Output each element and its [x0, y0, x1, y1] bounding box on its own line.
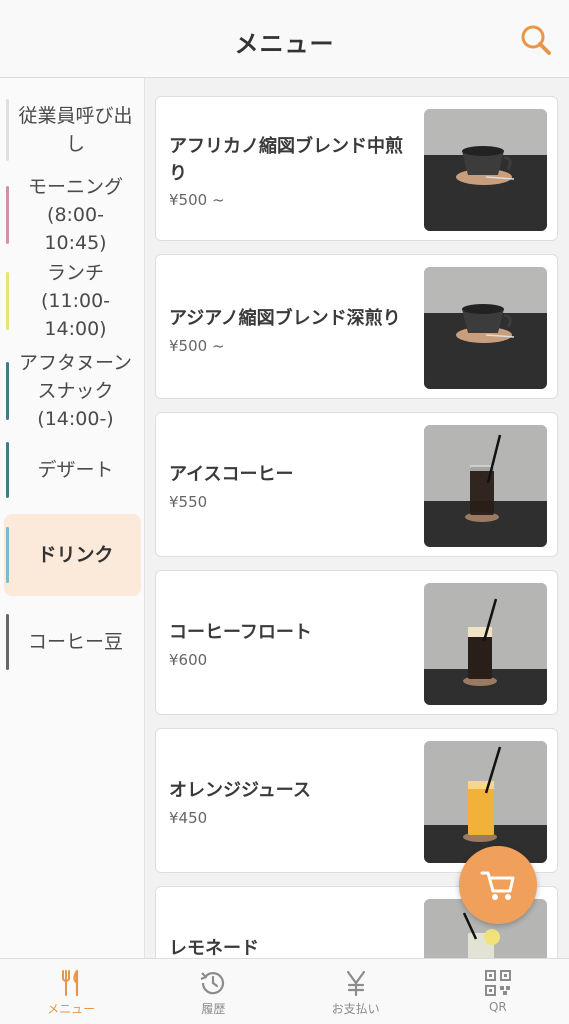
- menu-item-card[interactable]: アジアノ縮図ブレンド深煎り ¥500 ~: [155, 254, 558, 399]
- category-sidebar: 従業員呼び出し モーニング(8:00-10:45) ランチ(11:00-14:0…: [0, 78, 145, 958]
- cart-button[interactable]: [459, 846, 537, 924]
- menu-item-name: アイスコーヒー: [169, 464, 294, 485]
- app: メニュー 従業員呼び出し モーニング(8:00-10:45) ランチ(11:00…: [0, 0, 569, 1024]
- menu-list: アフリカノ縮図ブレンド中煎り ¥500 ~ アジアノ縮図ブレンド深煎り ¥500…: [145, 78, 569, 958]
- sidebar-item-dessert[interactable]: デザート: [4, 440, 141, 500]
- menu-item-card[interactable]: コーヒーフロート ¥600: [155, 570, 558, 715]
- sidebar-item-morning[interactable]: モーニング(8:00-10:45): [4, 176, 141, 254]
- search-button[interactable]: [518, 22, 554, 58]
- qr-code-icon: [484, 970, 511, 996]
- category-color-bar: [6, 272, 9, 330]
- sidebar-item-label: モーニング(8:00-10:45): [27, 176, 123, 254]
- menu-item-name: アジアノ縮図ブレンド深煎り: [169, 308, 401, 329]
- menu-item-price: ¥600: [169, 651, 208, 669]
- menu-item-name: アフリカノ縮図ブレンド中煎り: [169, 136, 403, 184]
- menu-item-image: [424, 267, 547, 389]
- fork-knife-icon: [62, 969, 79, 997]
- menu-item-price: ¥550: [169, 493, 208, 511]
- menu-item-card[interactable]: アイスコーヒー ¥550: [155, 412, 558, 557]
- page-title: メニュー: [234, 30, 335, 58]
- sidebar-item-label: デザート: [37, 459, 114, 481]
- yen-icon: [346, 970, 365, 997]
- menu-item-image: [424, 583, 547, 705]
- nav-item-history[interactable]: 履歴: [142, 959, 284, 1024]
- category-color-bar: [6, 614, 9, 670]
- menu-item-price: ¥500 ~: [169, 337, 225, 355]
- menu-item-name: コーヒーフロート: [169, 622, 312, 643]
- menu-item-image: [424, 741, 547, 863]
- menu-item-image: [424, 425, 547, 547]
- category-color-bar: [6, 99, 9, 161]
- sidebar-item-label: 従業員呼び出し: [18, 105, 133, 155]
- sidebar-item-label: ランチ(11:00-14:00): [40, 262, 111, 340]
- nav-label: QR: [488, 1000, 507, 1014]
- sidebar-item-label: ドリンク: [37, 544, 114, 566]
- category-color-bar: [6, 362, 9, 420]
- menu-item-name: レモネード: [169, 938, 259, 958]
- nav-item-menu[interactable]: メニュー: [0, 959, 142, 1024]
- nav-label: お支払い: [331, 1002, 380, 1016]
- sidebar-item-coffee-beans[interactable]: コーヒー豆: [4, 612, 141, 672]
- search-icon: [521, 25, 551, 55]
- sidebar-item-label: コーヒー豆: [27, 631, 123, 653]
- nav-item-qr[interactable]: QR: [427, 959, 569, 1024]
- header: メニュー: [0, 0, 569, 78]
- menu-item-price: ¥450: [169, 809, 208, 827]
- category-color-bar: [6, 186, 9, 244]
- sidebar-item-lunch[interactable]: ランチ(11:00-14:00): [4, 262, 141, 340]
- sidebar-item-staff-call[interactable]: 従業員呼び出し: [4, 92, 141, 168]
- category-color-bar: [6, 527, 9, 583]
- menu-item-price: ¥500 ~: [169, 191, 225, 209]
- nav-item-payment[interactable]: お支払い: [285, 959, 427, 1024]
- sidebar-item-label: アフタヌーンスナック(14:00-): [18, 352, 133, 430]
- nav-label: 履歴: [201, 1002, 226, 1016]
- menu-item-card[interactable]: アフリカノ縮図ブレンド中煎り ¥500 ~: [155, 96, 558, 241]
- category-color-bar: [6, 442, 9, 498]
- sidebar-item-drink[interactable]: ドリンク: [4, 514, 141, 596]
- menu-item-name: オレンジジュース: [169, 780, 311, 801]
- nav-label: メニュー: [47, 1002, 96, 1016]
- cart-icon: [480, 871, 515, 900]
- history-icon: [200, 972, 225, 995]
- bottom-nav: メニュー 履歴 お支払い QR: [0, 958, 569, 1024]
- menu-item-image: [424, 109, 547, 231]
- sidebar-item-afternoon-snack[interactable]: アフタヌーンスナック(14:00-): [4, 346, 141, 436]
